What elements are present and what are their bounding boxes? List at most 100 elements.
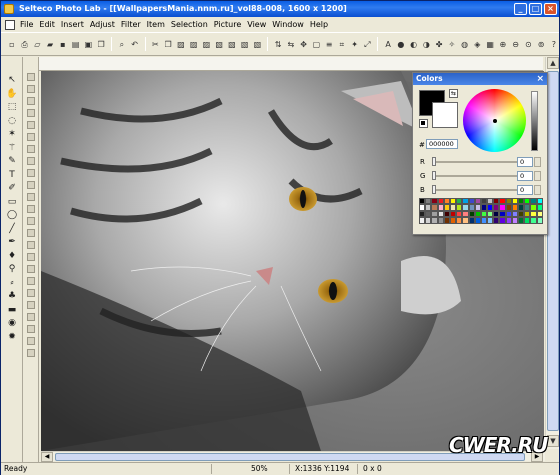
save-icon[interactable]: ▪ (58, 39, 68, 50)
hand-icon[interactable]: ✋ (6, 89, 18, 100)
new-icon[interactable]: ▫ (7, 39, 17, 50)
tool-option-icon[interactable] (27, 121, 35, 129)
lasso-icon[interactable]: ◌ (6, 116, 18, 127)
menu-item[interactable]: Item (144, 17, 168, 32)
eyedropper-icon[interactable]: ⸗ (6, 278, 18, 289)
print-icon[interactable]: ⎙ (20, 39, 30, 50)
gradient-icon[interactable]: ▦ (485, 39, 495, 50)
swap-colors-icon[interactable]: ⇆ (449, 89, 458, 98)
stamp-icon[interactable]: ♣ (6, 291, 18, 302)
close-button[interactable]: × (544, 3, 557, 15)
magic-icon[interactable]: ✶ (6, 129, 18, 140)
red-spinner[interactable] (534, 157, 541, 167)
copy-icon[interactable]: ❐ (96, 39, 106, 50)
tool-option-icon[interactable] (27, 337, 35, 345)
blue-slider-knob[interactable] (432, 185, 436, 194)
green-slider-knob[interactable] (432, 171, 436, 180)
text-icon[interactable]: A (383, 39, 393, 50)
blue-value-input[interactable]: 0 (517, 185, 533, 195)
tool-option-icon[interactable] (27, 133, 35, 141)
redeye-icon[interactable]: ◉ (6, 318, 18, 329)
pencil-icon[interactable]: ✐ (6, 183, 18, 194)
tool-option-icon[interactable] (27, 229, 35, 237)
sun-icon[interactable]: ✹ (6, 332, 18, 343)
invert-icon[interactable]: ◑ (422, 39, 432, 50)
frame-icon[interactable]: ▢ (312, 39, 322, 50)
paste-icon[interactable]: ▨ (202, 39, 212, 50)
flip-v-icon[interactable]: ⇅ (273, 39, 283, 50)
tool-option-icon[interactable] (27, 157, 35, 165)
scroll-down-arrow-icon[interactable]: ▼ (547, 435, 559, 447)
colors-close-icon[interactable]: × (536, 73, 544, 85)
reset-colors-icon[interactable] (419, 119, 428, 128)
tool-option-icon[interactable] (27, 205, 35, 213)
image-icon[interactable]: ▧ (227, 39, 237, 50)
brightness-slider[interactable] (531, 91, 538, 151)
resize-icon[interactable]: ⤢ (363, 39, 373, 50)
zoom-fit-icon[interactable]: ⊙ (524, 39, 534, 50)
crop-icon[interactable]: ⌗ (337, 39, 347, 50)
paste-icon[interactable]: ▨ (189, 39, 199, 50)
tool-option-icon[interactable] (27, 349, 35, 357)
red-slider-knob[interactable] (432, 157, 436, 166)
paste-icon[interactable]: ▨ (176, 39, 186, 50)
ellipse-icon[interactable]: ◯ (6, 210, 18, 221)
menu-file[interactable]: File (17, 17, 36, 32)
background-color-swatch[interactable] (432, 102, 458, 128)
image-icon[interactable]: ▧ (240, 39, 250, 50)
tool-option-icon[interactable] (27, 97, 35, 105)
cut-icon[interactable]: ✂ (151, 39, 161, 50)
pointer-icon[interactable]: ↖ (6, 75, 18, 86)
wand-icon[interactable]: ⚚ (6, 143, 18, 154)
tool-option-icon[interactable] (27, 253, 35, 261)
green-value-input[interactable]: 0 (517, 171, 533, 181)
scan-icon[interactable]: ▤ (71, 39, 81, 50)
tool-option-icon[interactable] (27, 85, 35, 93)
zoom-actual-icon[interactable]: ⊚ (536, 39, 546, 50)
tool-option-icon[interactable] (27, 241, 35, 249)
menu-selection[interactable]: Selection (168, 17, 211, 32)
vertical-scroll-thumb[interactable] (547, 71, 559, 431)
tool-option-icon[interactable] (27, 289, 35, 297)
blue-spinner[interactable] (534, 185, 541, 195)
undo-icon[interactable]: ↶ (130, 39, 140, 50)
brush-icon[interactable]: ✎ (6, 156, 18, 167)
effects-icon[interactable]: ✧ (447, 39, 457, 50)
tool-option-icon[interactable] (27, 193, 35, 201)
capture-icon[interactable]: ▣ (84, 39, 94, 50)
scroll-up-arrow-icon[interactable]: ▲ (547, 57, 559, 69)
help-icon[interactable]: ? (549, 39, 559, 50)
tool-option-icon[interactable] (27, 301, 35, 309)
line-icon[interactable]: ╱ (6, 224, 18, 235)
tool-option-icon[interactable] (27, 181, 35, 189)
tool-option-icon[interactable] (27, 313, 35, 321)
menu-window[interactable]: Window (269, 17, 307, 32)
menu-view[interactable]: View (244, 17, 269, 32)
circle-icon[interactable]: ● (396, 39, 406, 50)
menu-picture[interactable]: Picture (211, 17, 245, 32)
document-icon[interactable] (5, 19, 15, 30)
image-icon[interactable]: ▧ (253, 39, 263, 50)
tool-option-icon[interactable] (27, 325, 35, 333)
tool-option-icon[interactable] (27, 73, 35, 81)
tool-option-icon[interactable] (27, 145, 35, 153)
image-icon[interactable]: ▧ (214, 39, 224, 50)
pen-icon[interactable]: ✒ (6, 237, 18, 248)
zoom-out-icon[interactable]: ⊖ (511, 39, 521, 50)
zoom-in-icon[interactable]: ⊕ (498, 39, 508, 50)
find-icon[interactable]: ⌕ (117, 39, 127, 50)
rect-icon[interactable]: ▭ (6, 197, 18, 208)
stamp-icon[interactable]: ✦ (350, 39, 360, 50)
folder-icon[interactable]: ▰ (45, 39, 55, 50)
zoom-icon[interactable]: ⚲ (6, 264, 18, 275)
menu-edit[interactable]: Edit (36, 17, 58, 32)
open-icon[interactable]: ▱ (33, 39, 43, 50)
tool-option-icon[interactable] (27, 169, 35, 177)
green-spinner[interactable] (534, 171, 541, 181)
red-value-input[interactable]: 0 (517, 157, 533, 167)
contrast-icon[interactable]: ◐ (409, 39, 419, 50)
hex-input[interactable]: 000000 (426, 139, 458, 149)
tool-option-icon[interactable] (27, 265, 35, 273)
bucket-icon[interactable]: ♦ (6, 251, 18, 262)
marquee-icon[interactable]: ⬚ (6, 102, 18, 113)
